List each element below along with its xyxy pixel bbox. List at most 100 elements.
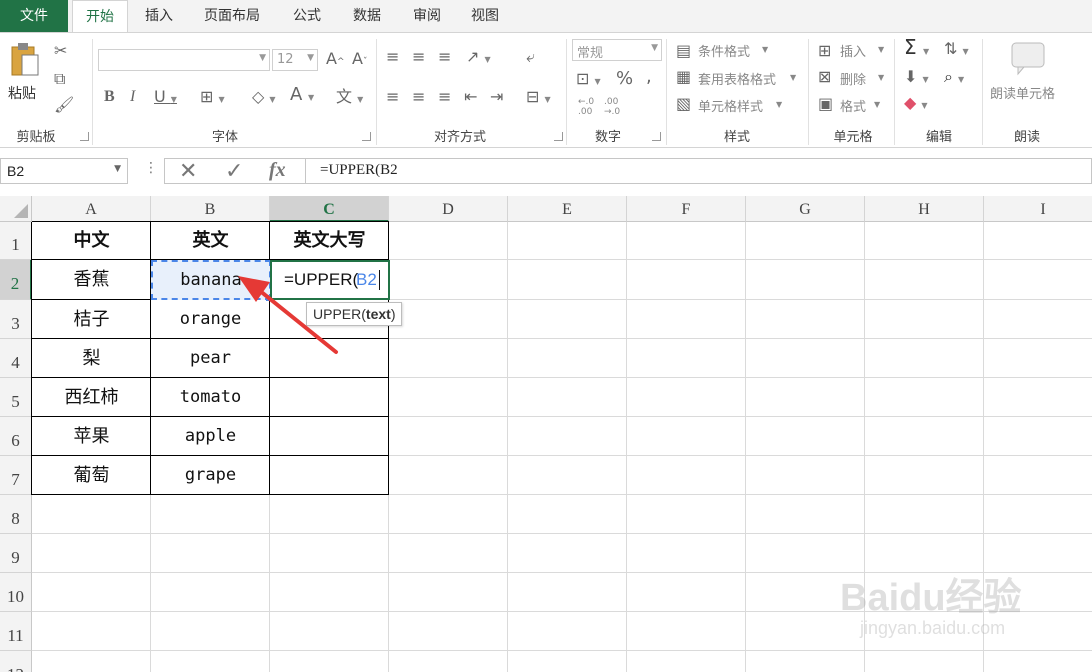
number-launcher-icon[interactable]: [652, 132, 661, 141]
paste-button[interactable]: 粘贴: [4, 37, 46, 102]
select-all-corner[interactable]: [0, 196, 32, 222]
delete-cells-button[interactable]: 删除: [840, 69, 866, 88]
cell-a3[interactable]: 桔子: [32, 300, 151, 339]
cell-b1[interactable]: 英文: [151, 222, 270, 260]
cell-b5[interactable]: tomato: [151, 378, 270, 417]
align-center-icon[interactable]: ≡: [412, 89, 425, 105]
increase-decimal-icon[interactable]: ←.0.00: [578, 97, 594, 117]
cell-b7[interactable]: grape: [151, 456, 270, 495]
fill-color-icon[interactable]: ◇ ▼: [252, 89, 276, 108]
row-header-2[interactable]: 2: [0, 260, 32, 300]
cell-a1[interactable]: 中文: [32, 222, 151, 260]
decrease-decimal-icon[interactable]: .00 →.0: [604, 97, 620, 117]
row-header-3[interactable]: 3: [0, 300, 32, 339]
align-right-icon[interactable]: ≡: [438, 89, 451, 105]
cell-a5[interactable]: 西红柿: [32, 378, 151, 417]
clear-icon[interactable]: ◆ ▼: [904, 95, 928, 114]
row-header-7[interactable]: 7: [0, 456, 32, 495]
tab-data[interactable]: 数据: [342, 0, 392, 32]
fill-icon[interactable]: ⬇ ▼: [904, 69, 929, 88]
increase-indent-icon[interactable]: ⇥: [490, 89, 503, 105]
tab-file[interactable]: 文件: [0, 0, 68, 32]
column-header-a[interactable]: A: [32, 196, 151, 222]
font-color-icon[interactable]: A ▼: [290, 86, 314, 106]
column-header-i[interactable]: I: [984, 196, 1092, 222]
copy-icon[interactable]: ⧉: [54, 71, 65, 87]
orientation-icon[interactable]: ↗ ▼: [466, 49, 491, 68]
format-cells-button[interactable]: 格式: [840, 96, 866, 115]
row-header-10[interactable]: 10: [0, 573, 32, 612]
row-header-9[interactable]: 9: [0, 534, 32, 573]
tab-view[interactable]: 视图: [460, 0, 510, 32]
conditional-format-button[interactable]: 条件格式: [698, 41, 750, 60]
cell-styles-button[interactable]: 单元格样式: [698, 96, 763, 115]
format-as-table-button[interactable]: 套用表格格式: [698, 69, 776, 88]
autosum-icon[interactable]: Σ ▼: [904, 37, 929, 60]
font-size-combo[interactable]: 12 ▼: [272, 49, 318, 71]
column-header-h[interactable]: H: [865, 196, 984, 222]
cut-icon[interactable]: ✂: [54, 43, 67, 59]
tab-page-layout[interactable]: 页面布局: [192, 0, 272, 32]
grow-font-icon[interactable]: A^: [326, 51, 345, 70]
name-box-dropdown-icon[interactable]: ▼: [114, 164, 121, 174]
tab-home[interactable]: 开始: [72, 0, 128, 33]
row-header-11[interactable]: 11: [0, 612, 32, 651]
align-top-icon[interactable]: ≡: [386, 49, 399, 65]
cell-a7[interactable]: 葡萄: [32, 456, 151, 495]
merge-center-icon[interactable]: ⊟ ▼: [526, 89, 551, 108]
watermark-url: jingyan.baidu.com: [860, 618, 1006, 638]
align-left-icon[interactable]: ≡: [386, 89, 399, 105]
cell-a2[interactable]: 香蕉: [32, 260, 151, 300]
phonetic-icon[interactable]: 文 ▼: [336, 89, 363, 108]
column-header-f[interactable]: F: [627, 196, 746, 222]
align-middle-icon[interactable]: ≡: [412, 49, 425, 65]
cell-a6[interactable]: 苹果: [32, 417, 151, 456]
insert-cells-button[interactable]: 插入: [840, 41, 866, 60]
row-header-6[interactable]: 6: [0, 417, 32, 456]
tab-formulas[interactable]: 公式: [282, 0, 332, 32]
insert-function-icon[interactable]: fx: [269, 159, 286, 182]
number-format-combo[interactable]: 常规 ▼: [572, 39, 662, 61]
shrink-font-icon[interactable]: Aˇ: [352, 51, 367, 70]
font-name-combo[interactable]: ▼: [98, 49, 270, 71]
formula-input[interactable]: =UPPER(B2: [305, 158, 1092, 184]
column-header-e[interactable]: E: [508, 196, 627, 222]
column-header-d[interactable]: D: [389, 196, 508, 222]
spreadsheet-grid[interactable]: ABCDEFGHI 123456789101112 中文英文英文大写香蕉桔子or…: [0, 196, 1092, 672]
find-select-icon[interactable]: ⌕ ▼: [944, 69, 964, 88]
tab-insert[interactable]: 插入: [134, 0, 184, 32]
row-header-8[interactable]: 8: [0, 495, 32, 534]
row-header-12[interactable]: 12: [0, 651, 32, 672]
enter-icon[interactable]: ✓: [225, 159, 243, 184]
comma-style-icon[interactable]: ,: [646, 68, 652, 86]
tab-review[interactable]: 审阅: [402, 0, 452, 32]
cancel-icon[interactable]: ✕: [179, 159, 197, 184]
column-header-c[interactable]: C: [270, 196, 389, 222]
percent-icon[interactable]: %: [616, 70, 633, 88]
group-label-clipboard: 剪贴板: [16, 130, 56, 145]
cell-c1[interactable]: 英文大写: [270, 222, 389, 260]
read-cells-button[interactable]: 朗读单元格: [990, 83, 1055, 102]
cell-b6[interactable]: apple: [151, 417, 270, 456]
clipboard-launcher-icon[interactable]: [80, 132, 89, 141]
wrap-text-icon[interactable]: ⤶: [526, 49, 535, 65]
border-icon[interactable]: ⊞ ▼: [200, 89, 225, 108]
alignment-launcher-icon[interactable]: [554, 132, 563, 141]
accounting-format-icon[interactable]: ⊡ ▼: [576, 71, 601, 90]
row-header-1[interactable]: 1: [0, 222, 32, 260]
font-launcher-icon[interactable]: [362, 132, 371, 141]
align-bottom-icon[interactable]: ≡: [438, 49, 451, 65]
sort-filter-icon[interactable]: ⇅ ▼: [944, 41, 969, 60]
name-box[interactable]: B2 ▼: [0, 158, 128, 184]
tooltip-arg[interactable]: text: [366, 306, 391, 322]
column-header-g[interactable]: G: [746, 196, 865, 222]
column-header-b[interactable]: B: [151, 196, 270, 222]
row-header-5[interactable]: 5: [0, 378, 32, 417]
row-header-4[interactable]: 4: [0, 339, 32, 378]
format-painter-icon[interactable]: 🖌: [54, 97, 74, 113]
italic-icon[interactable]: I: [130, 89, 135, 105]
bold-icon[interactable]: B: [104, 89, 115, 105]
underline-icon[interactable]: U ▼: [154, 89, 177, 108]
decrease-indent-icon[interactable]: ⇤: [464, 89, 477, 105]
cell-a4[interactable]: 梨: [32, 339, 151, 378]
